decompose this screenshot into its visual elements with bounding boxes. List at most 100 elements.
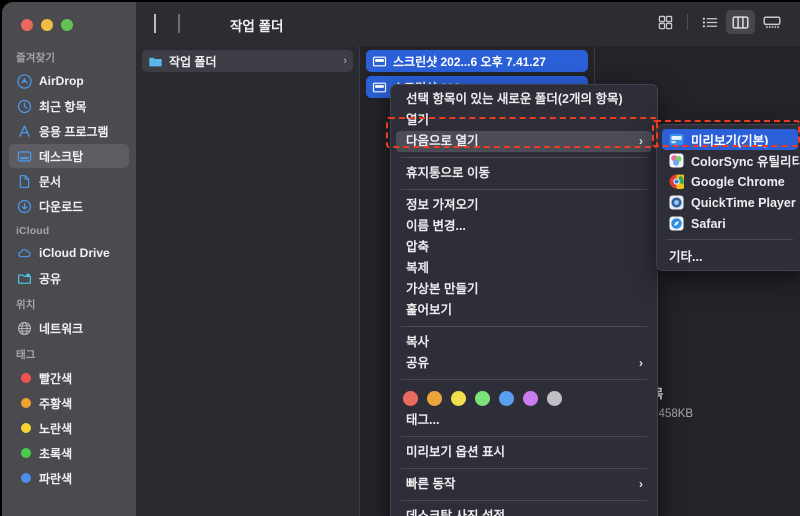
sidebar-item-recents[interactable]: 최근 항목 [9, 94, 129, 118]
list-item[interactable]: 작업 폴더 › [142, 50, 353, 72]
submenu-item-other[interactable]: 기타... [662, 245, 798, 266]
sidebar-item-label: 응용 프로그램 [39, 124, 109, 139]
submenu-item-label: 기타... [669, 250, 703, 264]
chevron-right-icon: › [639, 477, 643, 491]
gallery-view-button[interactable] [757, 10, 786, 34]
screenshot-file-icon [372, 80, 387, 95]
screenshot-file-icon [372, 54, 387, 69]
tag-swatch-orange[interactable] [427, 391, 442, 406]
sidebar-scroll[interactable]: 즐겨찾기 AirDrop 최근 항목 응용 프로그램 데스크탑 문서 다운로드 … [2, 44, 136, 516]
sidebar-item-network[interactable]: 네트워크 [9, 316, 129, 340]
sidebar-item-label: 빨간색 [39, 371, 73, 386]
menu-separator [401, 189, 647, 190]
close-button[interactable] [21, 19, 33, 31]
submenu-item-safari[interactable]: Safari [662, 213, 798, 234]
sidebar-item-tag-red[interactable]: 빨간색 [9, 366, 129, 390]
document-icon [17, 174, 32, 189]
menu-item-label: 다음으로 열기 [406, 134, 479, 148]
sidebar-item-airdrop[interactable]: AirDrop [9, 69, 129, 93]
tag-swatch-blue[interactable] [499, 391, 514, 406]
download-icon [17, 199, 32, 214]
sidebar-item-tag-blue[interactable]: 파란색 [9, 466, 129, 490]
menu-item-new-folder-with-selection[interactable]: 선택 항목이 있는 새로운 폴더(2개의 항목) [396, 89, 652, 110]
tag-swatch-yellow[interactable] [451, 391, 466, 406]
menu-item-move-to-trash[interactable]: 휴지통으로 이동 [396, 163, 652, 184]
sidebar-item-tag-orange[interactable]: 주황색 [9, 391, 129, 415]
menu-item-copy[interactable]: 복사 [396, 332, 652, 353]
sidebar-item-label: 다운로드 [39, 199, 84, 214]
column-1[interactable]: 작업 폴더 › [136, 46, 359, 516]
sidebar-item-tag-green[interactable]: 초록색 [9, 441, 129, 465]
menu-item-tags[interactable]: 태그... [396, 410, 652, 431]
sidebar-item-icloud-drive[interactable]: iCloud Drive [9, 241, 129, 265]
sidebar-item-label: 데스크탑 [39, 149, 84, 164]
sidebar-item-downloads[interactable]: 다운로드 [9, 194, 129, 218]
menu-separator [401, 379, 647, 380]
sidebar-item-desktop[interactable]: 데스크탑 [9, 144, 129, 168]
submenu-item-label: ColorSync 유틸리티 [691, 155, 800, 169]
submenu-item-google-chrome[interactable]: Google Chrome [662, 171, 798, 192]
submenu-item-preview[interactable]: 미리보기(기본) [662, 129, 798, 150]
menu-item-duplicate[interactable]: 복제 [396, 258, 652, 279]
sidebar-item-label: 파란색 [39, 471, 73, 486]
view-mode-group [651, 10, 786, 34]
screenshot-root: 즐겨찾기 AirDrop 최근 항목 응용 프로그램 데스크탑 문서 다운로드 … [0, 0, 800, 516]
menu-item-quick-look[interactable]: 훑어보기 [396, 300, 652, 321]
menu-item-quick-actions[interactable]: 빠른 동작 › [396, 474, 652, 495]
tag-dot-icon [17, 446, 32, 461]
sidebar-item-tag-yellow[interactable]: 노란색 [9, 416, 129, 440]
applications-icon [17, 124, 32, 139]
list-view-button[interactable] [695, 10, 724, 34]
menu-item-set-desktop-picture[interactable]: 데스크탑 사진 설정 [396, 506, 652, 516]
minimize-button[interactable] [41, 19, 53, 31]
submenu-item-colorsync[interactable]: ColorSync 유틸리티 [662, 150, 800, 171]
shared-folder-icon [17, 271, 32, 286]
list-item-label: 작업 폴더 [169, 54, 217, 69]
back-button[interactable] [154, 14, 156, 33]
tag-swatch-purple[interactable] [523, 391, 538, 406]
menu-item-make-alias[interactable]: 가상본 만들기 [396, 279, 652, 300]
open-with-submenu[interactable]: 미리보기(기본) ColorSync 유틸리티 Google Chrome Qu… [656, 124, 800, 271]
context-menu[interactable]: 선택 항목이 있는 새로운 폴더(2개의 항목) 열기 다음으로 열기 › 휴지… [390, 84, 658, 516]
navigation-arrows [154, 14, 180, 33]
network-globe-icon [17, 321, 32, 336]
sidebar-group-locations: 위치 [16, 299, 36, 311]
sidebar-item-label: 초록색 [39, 446, 73, 461]
menu-item-get-info[interactable]: 정보 가져오기 [396, 195, 652, 216]
menu-separator [401, 468, 647, 469]
cloud-icon [17, 246, 32, 261]
column-view-button[interactable] [726, 10, 755, 34]
menu-separator [401, 326, 647, 327]
chrome-app-icon [669, 174, 688, 190]
tag-swatch-green[interactable] [475, 391, 490, 406]
sidebar-item-label: 네트워크 [39, 321, 84, 336]
menu-item-label: 공유 [406, 356, 430, 370]
menu-item-rename[interactable]: 이름 변경... [396, 216, 652, 237]
chevron-right-icon: › [639, 134, 643, 148]
menu-item-label: 빠른 동작 [406, 477, 456, 491]
list-item[interactable]: 스크린샷 202...6 오후 7.41.27 [366, 50, 588, 72]
menu-separator [401, 157, 647, 158]
menu-separator [401, 500, 647, 501]
chevron-right-icon: › [639, 356, 643, 370]
tag-swatch-red[interactable] [403, 391, 418, 406]
colorsync-app-icon [669, 153, 684, 168]
menu-item-show-preview-options[interactable]: 미리보기 옵션 표시 [396, 442, 652, 463]
menu-item-compress[interactable]: 압축 [396, 237, 652, 258]
menu-item-open-with[interactable]: 다음으로 열기 › [396, 131, 652, 152]
sidebar-item-shared[interactable]: 공유 [9, 266, 129, 290]
toolbar-divider [687, 14, 688, 30]
tag-dot-icon [17, 371, 32, 386]
folder-icon [148, 54, 163, 69]
tag-swatch-gray[interactable] [547, 391, 562, 406]
menu-item-share[interactable]: 공유 › [396, 353, 652, 374]
menu-item-open[interactable]: 열기 [396, 110, 652, 131]
sidebar-item-applications[interactable]: 응용 프로그램 [9, 119, 129, 143]
sidebar-item-documents[interactable]: 문서 [9, 169, 129, 193]
forward-button[interactable] [178, 14, 180, 33]
icon-view-button[interactable] [651, 10, 680, 34]
submenu-item-label: Safari [691, 216, 726, 231]
sidebar-item-label: 노란색 [39, 421, 73, 436]
zoom-button[interactable] [61, 19, 73, 31]
submenu-item-quicktime-player[interactable]: QuickTime Player [662, 192, 798, 213]
